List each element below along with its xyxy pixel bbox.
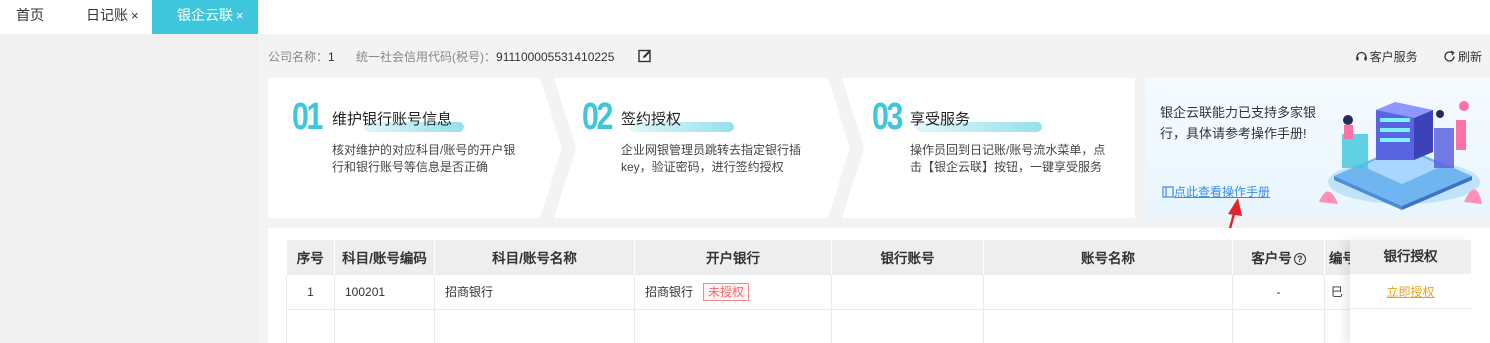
refresh-label: 刷新 [1457, 50, 1482, 64]
col-index: 序号 [286, 240, 335, 274]
company-name-value: 1 [328, 50, 335, 64]
authorize-now-link[interactable]: 立即授权 [1386, 285, 1434, 299]
step-1: 01 维护银行账号信息 核对维护的对应科目/账号的开户银行和银行账号等信息是否正… [268, 78, 548, 218]
book-icon [1162, 186, 1174, 198]
cell-account-name [983, 273, 1233, 310]
credit-code-value: 911100005531410225 [496, 50, 615, 64]
cell-customer-no: - [1232, 273, 1325, 310]
cell-index: 1 [286, 273, 335, 310]
empty-cell [983, 309, 1233, 343]
top-links: 客户服务 刷新 [1333, 48, 1482, 65]
tab-label: 首页 [16, 7, 44, 23]
table-header-row: 序号 科目/账号编码 科目/账号名称 开户银行 银行账号 账号名称 客户号? 编… [286, 240, 1357, 274]
company-info-bar: 公司名称：1 统一社会信用代码(税号)：911100005531410225 [268, 48, 652, 65]
close-icon[interactable]: × [236, 8, 244, 23]
step-2: 02 签约授权 企业网银管理员跳转去指定银行插key，验证密码，进行签约授权 [558, 78, 838, 218]
empty-cell [831, 309, 984, 343]
step-3: 03 享受服务 操作员回到日记账/账号流水菜单，点击【银企云联】按钮，一键享受服… [846, 78, 1135, 218]
table-row: 1 100201 招商银行 招商银行 未授权 - 巳 [286, 273, 1357, 310]
promo-text: 银企云联能力已支持多家银行，具体请参考操作手册! [1160, 105, 1317, 141]
tab-bank-cloud[interactable]: 银企云联 × [152, 0, 258, 34]
edit-icon[interactable] [638, 49, 652, 63]
tab-label: 银企云联 [177, 7, 233, 23]
cell-bank: 招商银行 未授权 [634, 273, 832, 310]
refresh-icon [1444, 50, 1455, 62]
empty-row [286, 309, 1357, 343]
step-title: 签约授权 [621, 111, 682, 128]
cell-name: 招商银行 [434, 273, 635, 310]
auth-cell: 立即授权 [1350, 274, 1471, 309]
isometric-bank-illustration [1319, 101, 1482, 210]
empty-cell [634, 309, 832, 343]
col-customer-no-label: 客户号 [1251, 250, 1292, 266]
col-account: 银行账号 [831, 240, 984, 274]
step-desc: 核对维护的对应科目/账号的开户银行和银行账号等信息是否正确 [332, 143, 516, 174]
tab-journal[interactable]: 日记账 × [86, 0, 139, 34]
help-icon[interactable]: ? [1293, 252, 1306, 265]
step-title: 维护银行账号信息 [332, 111, 453, 128]
empty-cell [334, 309, 435, 343]
bank-auth-column: 银行授权 立即授权 [1350, 240, 1471, 343]
status-badge: 未授权 [703, 282, 750, 301]
cell-code: 100201 [334, 273, 435, 310]
step-desc: 操作员回到日记账/账号流水菜单，点击【银企云联】按钮，一键享受服务 [910, 143, 1106, 174]
close-icon[interactable]: × [131, 8, 139, 23]
col-name: 科目/账号名称 [434, 240, 635, 274]
step-number: 02 [582, 96, 613, 138]
promo-panel: 银企云联能力已支持多家银行，具体请参考操作手册! 点此查看操作手册 [1146, 78, 1490, 218]
step-number: 03 [872, 96, 903, 138]
left-pane [0, 34, 258, 343]
headset-icon [1355, 51, 1367, 61]
tab-label: 日记账 [86, 7, 128, 23]
empty-cell [286, 309, 335, 343]
col-account-name: 账号名称 [983, 240, 1233, 274]
cell-account [831, 273, 984, 310]
col-customer-no: 客户号? [1232, 240, 1325, 274]
steps-panel: 01 维护银行账号信息 核对维护的对应科目/账号的开户银行和银行账号等信息是否正… [268, 78, 1135, 218]
empty-cell [434, 309, 635, 343]
customer-service-button[interactable]: 客户服务 [1355, 50, 1421, 64]
col-bank-auth: 银行授权 [1350, 240, 1471, 274]
company-name-label: 公司名称： [268, 50, 329, 64]
empty-cell [1232, 309, 1325, 343]
customer-service-label: 客户服务 [1369, 50, 1418, 64]
step-title: 享受服务 [910, 111, 971, 128]
credit-code-label: 统一社会信用代码(税号)： [356, 50, 497, 64]
bank-name: 招商银行 [645, 284, 694, 299]
step-desc: 企业网银管理员跳转去指定银行插key，验证密码，进行签约授权 [621, 143, 802, 174]
refresh-button[interactable]: 刷新 [1443, 50, 1482, 64]
step-number: 01 [292, 96, 323, 138]
accounts-table: 序号 科目/账号编码 科目/账号名称 开户银行 银行账号 账号名称 客户号? 编… [286, 240, 1357, 343]
col-bank: 开户银行 [634, 240, 832, 274]
col-code: 科目/账号编码 [334, 240, 435, 274]
tab-bar: 首页 日记账 × 银企云联 × [0, 0, 1490, 34]
tab-home[interactable]: 首页 [16, 0, 44, 34]
